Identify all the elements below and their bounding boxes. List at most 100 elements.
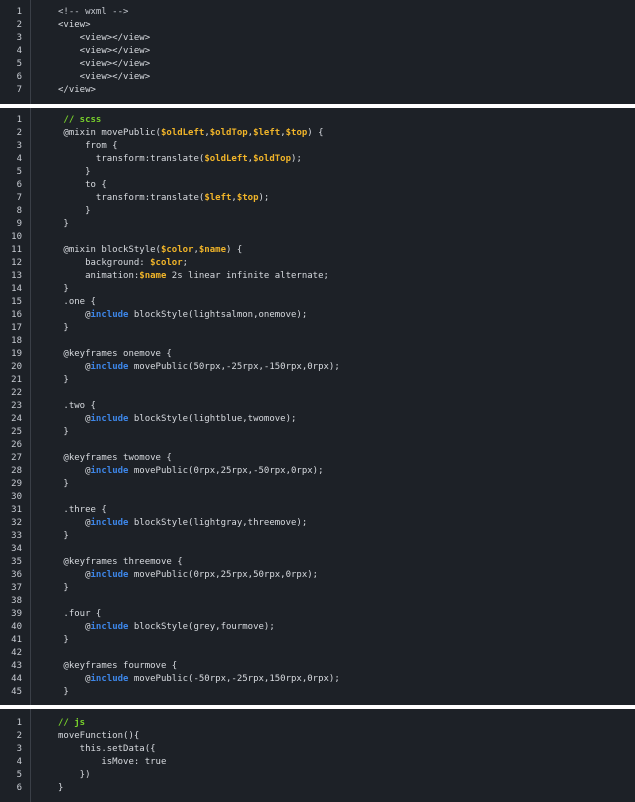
code-text: } <box>58 478 68 491</box>
code-token: background: <box>58 258 151 268</box>
code-text: } <box>58 782 63 795</box>
code-line: 31 .three { <box>0 504 635 517</box>
code-token: $top <box>285 128 308 138</box>
code-token: 2s linear infinite alternate; <box>166 271 329 281</box>
code-token: include <box>90 622 129 632</box>
code-line: 36 @include movePublic(0rpx,25rpx,50rpx,… <box>0 569 635 582</box>
code-block-wxml: 1 <!-- wxml --> 2 <view> 3 <view></view> 4 <v… <box>0 0 635 104</box>
line-number: 2 <box>16 731 22 741</box>
code-line: 7 transform:translate($left,$top); <box>0 192 635 205</box>
code-text: .three { <box>58 504 107 517</box>
code-token: } <box>58 375 69 385</box>
code-text: @keyframes fourmove { <box>58 660 177 673</box>
code-line: 40 @include blockStyle(grey,fourmove); <box>0 621 635 634</box>
code-line: 3 <view></view> <box>0 32 635 45</box>
code-token: } <box>58 583 69 593</box>
code-line: 32 @include blockStyle(lightgray,threemo… <box>0 517 635 530</box>
code-token: isMove: true <box>58 757 167 767</box>
code-token: @mixin blockStyle( <box>58 245 161 255</box>
line-number: 3 <box>16 33 22 43</box>
code-text: @include movePublic(50rpx,-25rpx,-150rpx… <box>58 361 340 374</box>
line-number: 19 <box>11 349 22 359</box>
code-token: .one { <box>58 297 96 307</box>
code-token: } <box>58 531 69 541</box>
code-text: @include movePublic(-50rpx,-25rpx,150rpx… <box>58 673 340 686</box>
code-token: } <box>58 206 91 216</box>
code-line: 2 <view> <box>0 19 635 32</box>
code-line: 18 <box>0 335 635 348</box>
code-text: // js <box>58 717 85 730</box>
line-number: 6 <box>16 783 22 793</box>
line-number: 17 <box>11 323 22 333</box>
code-line: 1 // scss <box>0 114 635 127</box>
code-token: include <box>90 466 129 476</box>
code-token: .three { <box>58 505 107 515</box>
line-number: 5 <box>16 167 22 177</box>
code-line: 45 } <box>0 686 635 699</box>
code-text: <view></view> <box>58 32 150 45</box>
code-token: <!-- wxml --> <box>58 7 129 17</box>
line-number: 1 <box>16 718 22 728</box>
code-line: 41 } <box>0 634 635 647</box>
code-line: 15 .one { <box>0 296 635 309</box>
line-number: 40 <box>11 622 22 632</box>
code-token: // js <box>58 718 86 728</box>
code-token: @ <box>58 414 91 424</box>
line-number: 26 <box>11 440 22 450</box>
line-number: 15 <box>11 297 22 307</box>
code-line: 5 <view></view> <box>0 58 635 71</box>
code-text: .one { <box>58 296 96 309</box>
code-line: 12 background: $color; <box>0 257 635 270</box>
line-number: 5 <box>16 59 22 69</box>
code-token: transform:translate( <box>58 154 205 164</box>
code-token: to { <box>58 180 107 190</box>
line-number: 5 <box>16 770 22 780</box>
code-line: 27 @keyframes twomove { <box>0 452 635 465</box>
code-text: } <box>58 530 69 543</box>
code-token: $color <box>160 245 194 255</box>
code-text: </view> <box>58 84 96 97</box>
code-line: 13 animation:$name 2s linear infinite al… <box>0 270 635 283</box>
code-line: 5 }) <box>0 769 635 782</box>
code-text: // scss <box>58 114 101 127</box>
line-number: 2 <box>16 128 22 138</box>
code-token: } <box>58 687 69 697</box>
line-number: 29 <box>11 479 22 489</box>
code-token: include <box>90 570 129 580</box>
line-number: 6 <box>16 180 22 190</box>
line-number: 6 <box>16 72 22 82</box>
code-token: ) { <box>225 245 243 255</box>
code-token: @keyframes twomove { <box>58 453 172 463</box>
code-token: .two { <box>58 401 96 411</box>
code-line: 23 .two { <box>0 400 635 413</box>
line-number: 41 <box>11 635 22 645</box>
code-token: @ <box>58 622 91 632</box>
code-token: @ <box>58 466 91 476</box>
code-token: ); <box>291 154 302 164</box>
code-line: 21 } <box>0 374 635 387</box>
line-number: 11 <box>11 245 22 255</box>
code-line: 9 } <box>0 218 635 231</box>
code-text: this.setData({ <box>58 743 156 756</box>
line-number: 34 <box>11 544 22 554</box>
code-token: $oldLeft <box>204 154 248 164</box>
line-number: 7 <box>16 85 22 95</box>
code-token: blockStyle(lightblue,twomove); <box>128 414 297 424</box>
code-line: 38 <box>0 595 635 608</box>
code-token: <view></view> <box>58 33 151 43</box>
code-text: } <box>58 426 68 439</box>
code-text: } <box>58 686 69 699</box>
code-text: <view></view> <box>58 71 150 84</box>
code-token: @ <box>58 310 91 320</box>
code-token: @keyframes fourmove { <box>58 661 178 671</box>
code-token: ; <box>182 258 189 268</box>
code-line: 25 } <box>0 426 635 439</box>
code-line: 5 } <box>0 166 635 179</box>
code-line: 44 @include movePublic(-50rpx,-25rpx,150… <box>0 673 635 686</box>
code-token: } <box>58 783 64 793</box>
line-number: 38 <box>11 596 22 606</box>
code-token: ); <box>258 193 270 203</box>
code-token: $top <box>236 193 259 203</box>
code-block-js: 1// js 2 moveFunction(){3 this.setData({4 … <box>0 709 635 802</box>
code-token: } <box>58 323 69 333</box>
